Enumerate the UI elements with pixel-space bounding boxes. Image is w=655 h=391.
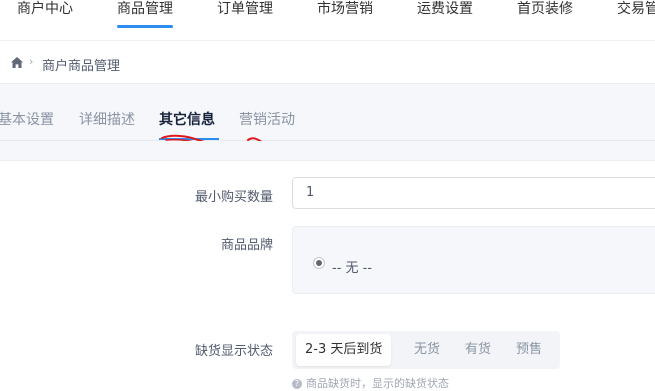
breadcrumb-separator: ›	[29, 55, 34, 68]
radio-selected-dot	[316, 260, 322, 266]
nav-item-homepage-decoration[interactable]: 首页装修	[517, 0, 573, 18]
nav-item-trade[interactable]: 交易管	[617, 0, 655, 18]
brand-radio-label[interactable]: -- 无 --	[332, 257, 372, 276]
tab-bar: 基本设置 详细描述 其它信息 营销活动	[0, 84, 655, 141]
tab-basic-settings[interactable]: 基本设置	[0, 109, 54, 129]
nav-item-order-management[interactable]: 订单管理	[217, 0, 273, 18]
top-nav: 商户中心 商品管理 订单管理 市场营销 运费设置 首页装修 交易管	[0, 0, 655, 41]
stock-option-in-stock[interactable]: 有货	[465, 331, 491, 369]
stock-status-segmented: 2-3 天后到货 无货 有货 预售	[292, 331, 560, 369]
stock-option-presale[interactable]: 预售	[516, 331, 542, 369]
nav-active-indicator	[117, 25, 173, 28]
brand-radio-none[interactable]	[313, 257, 325, 269]
home-icon[interactable]	[11, 57, 23, 68]
nav-item-merchant-center[interactable]: 商户中心	[17, 0, 73, 18]
nav-item-shipping-settings[interactable]: 运费设置	[417, 0, 473, 18]
nav-item-marketing[interactable]: 市场营销	[317, 0, 373, 18]
stock-status-hint: ? 商品缺货时，显示的缺货状态	[292, 375, 449, 391]
stock-option-2-3-days[interactable]: 2-3 天后到货	[296, 334, 392, 366]
brand-label: 商品品牌	[220, 238, 273, 253]
min-qty-input[interactable]: 1	[292, 177, 655, 209]
tab-other-info[interactable]: 其它信息	[159, 109, 215, 129]
breadcrumb-current: 商户商品管理	[42, 59, 121, 74]
min-qty-label: 最小购买数量	[194, 190, 273, 205]
brand-options: -- 无 --	[292, 226, 655, 294]
tab-detail-description[interactable]: 详细描述	[79, 109, 135, 129]
tab-marketing-activity[interactable]: 营销活动	[239, 109, 295, 129]
breadcrumb: › 商户商品管理	[0, 41, 655, 84]
question-icon: ?	[292, 379, 302, 389]
stock-status-label: 缺货显示状态	[194, 344, 273, 359]
stock-option-out-of-stock[interactable]: 无货	[414, 331, 440, 369]
tab-active-indicator	[159, 138, 219, 140]
nav-item-product-management[interactable]: 商品管理	[117, 0, 173, 18]
